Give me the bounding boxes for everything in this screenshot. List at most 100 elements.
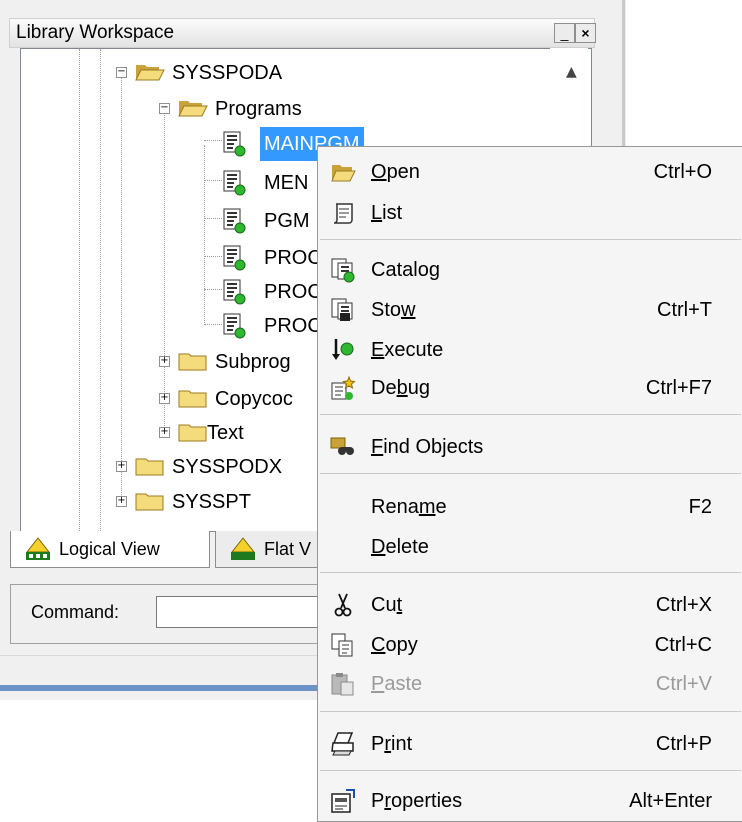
expand-toggle[interactable]: + <box>116 461 127 472</box>
execute-icon <box>332 339 354 360</box>
tree-node-label: PROC <box>264 281 322 303</box>
menu-item-catalog[interactable]: Catalog <box>318 251 742 289</box>
menu-item-list[interactable]: List <box>318 194 742 232</box>
folder-icon <box>178 353 207 371</box>
tree-guide-line <box>164 111 165 436</box>
close-button[interactable]: × <box>575 23 596 43</box>
tab-logical-view[interactable]: Logical View <box>10 531 210 568</box>
tree-guide-line <box>204 180 222 181</box>
tree-guide-line <box>204 256 222 257</box>
tree-guide-line <box>204 289 222 290</box>
open-folder-icon <box>331 165 356 182</box>
collapse-toggle[interactable]: − <box>159 103 170 114</box>
expand-toggle[interactable]: + <box>159 393 170 404</box>
tab-label: Flat V <box>264 539 312 559</box>
tree-guide-line <box>100 49 101 531</box>
tree-guide-line <box>204 324 222 325</box>
list-scroll-icon <box>333 203 353 224</box>
menu-label: List <box>371 202 403 224</box>
tab-label: Logical View <box>59 539 160 559</box>
collapse-toggle[interactable]: − <box>116 67 127 78</box>
tree-guide-line <box>121 77 122 497</box>
tree-node-label: PROC <box>264 247 322 269</box>
menu-shortcut: Ctrl+V <box>655 673 712 695</box>
folder-icon <box>135 458 164 476</box>
tree-guide-line <box>204 218 222 219</box>
paste-icon <box>331 673 354 696</box>
tree-guide-line <box>204 145 205 325</box>
open-folder-icon <box>178 101 208 117</box>
menu-shortcut: Alt+Enter <box>629 790 712 812</box>
program-icon <box>223 208 246 234</box>
catalog-icon <box>331 258 355 283</box>
menu-item-properties[interactable]: Properties Alt+Enter <box>318 782 742 820</box>
title-bar[interactable]: Library Workspace _ × <box>9 18 596 48</box>
menu-shortcut: Ctrl+X <box>655 594 712 616</box>
menu-label: Debug <box>371 377 430 399</box>
menu-label: Print <box>371 733 413 755</box>
menu-item-paste[interactable]: Paste Ctrl+V <box>318 665 742 703</box>
menu-label: Properties <box>371 790 463 812</box>
menu-item-rename[interactable]: Rename F2 <box>318 488 742 526</box>
menu-label: Paste <box>371 673 423 695</box>
menu-shortcut: Ctrl+C <box>654 634 712 656</box>
tree-node-label: SYSSPODX <box>172 456 283 478</box>
stow-icon <box>331 298 353 321</box>
menu-label: Delete <box>371 536 429 558</box>
tree-node-label: PGM <box>264 210 310 232</box>
expand-toggle[interactable]: + <box>159 427 170 438</box>
menu-item-open[interactable]: Open Ctrl+O <box>318 153 742 191</box>
program-icon <box>223 279 246 305</box>
menu-item-copy[interactable]: Copy Ctrl+C <box>318 626 742 664</box>
folder-icon <box>135 493 164 511</box>
menu-separator <box>320 770 741 771</box>
tree-node-label: Copycoc <box>215 388 293 410</box>
command-label: Command: <box>31 602 120 622</box>
tree-guide-line <box>79 49 80 531</box>
menu-item-debug[interactable]: Debug Ctrl+F7 <box>318 369 742 407</box>
expand-toggle[interactable]: + <box>116 496 127 507</box>
menu-item-print[interactable]: Print Ctrl+P <box>318 725 742 763</box>
menu-separator <box>320 473 741 474</box>
tree-node-label: MEN <box>264 172 309 194</box>
menu-shortcut: Ctrl+T <box>657 299 712 321</box>
program-icon <box>223 245 246 271</box>
menu-label: Stow <box>371 299 416 321</box>
tree-guide-line <box>204 140 222 141</box>
folder-icon <box>178 424 207 442</box>
menu-label: Cut <box>371 594 403 616</box>
menu-separator <box>320 572 741 573</box>
tree-node-label: PROC <box>264 315 322 337</box>
menu-label: Open <box>371 161 420 183</box>
debug-icon <box>331 375 356 400</box>
properties-icon <box>331 789 355 813</box>
menu-shortcut: Ctrl+F7 <box>645 377 712 399</box>
expand-toggle[interactable]: + <box>159 356 170 367</box>
menu-shortcut: Ctrl+O <box>653 161 712 183</box>
menu-shortcut: F2 <box>688 496 712 518</box>
menu-item-delete[interactable]: Delete <box>318 528 742 566</box>
program-icon <box>223 170 246 196</box>
program-icon <box>223 131 246 157</box>
menu-separator <box>320 414 741 415</box>
tree-node-label: Text <box>207 422 244 444</box>
menu-item-cut[interactable]: Cut Ctrl+X <box>318 586 742 624</box>
menu-item-find-objects[interactable]: Find Objects <box>318 428 742 466</box>
menu-label: Catalog <box>371 259 440 281</box>
menu-separator <box>320 239 741 240</box>
copy-icon <box>331 633 353 657</box>
menu-label: Copy <box>371 634 418 656</box>
tree-node-label: SYSSPT <box>172 491 251 513</box>
tree-node-label: SYSSPODA <box>172 62 283 84</box>
folder-icon <box>178 390 207 408</box>
program-icon <box>223 313 246 339</box>
menu-item-stow[interactable]: Stow Ctrl+T <box>318 291 742 329</box>
open-folder-icon <box>135 65 165 81</box>
menu-item-execute[interactable]: Execute <box>318 331 742 369</box>
tree-node-label: Subprog <box>215 351 291 373</box>
tree-node-label: Programs <box>215 98 302 120</box>
minimize-button[interactable]: _ <box>554 23 575 43</box>
scroll-up-arrow-icon[interactable]: ▲ <box>566 64 577 80</box>
menu-shortcut: Ctrl+P <box>655 733 712 755</box>
find-objects-icon <box>330 437 354 455</box>
